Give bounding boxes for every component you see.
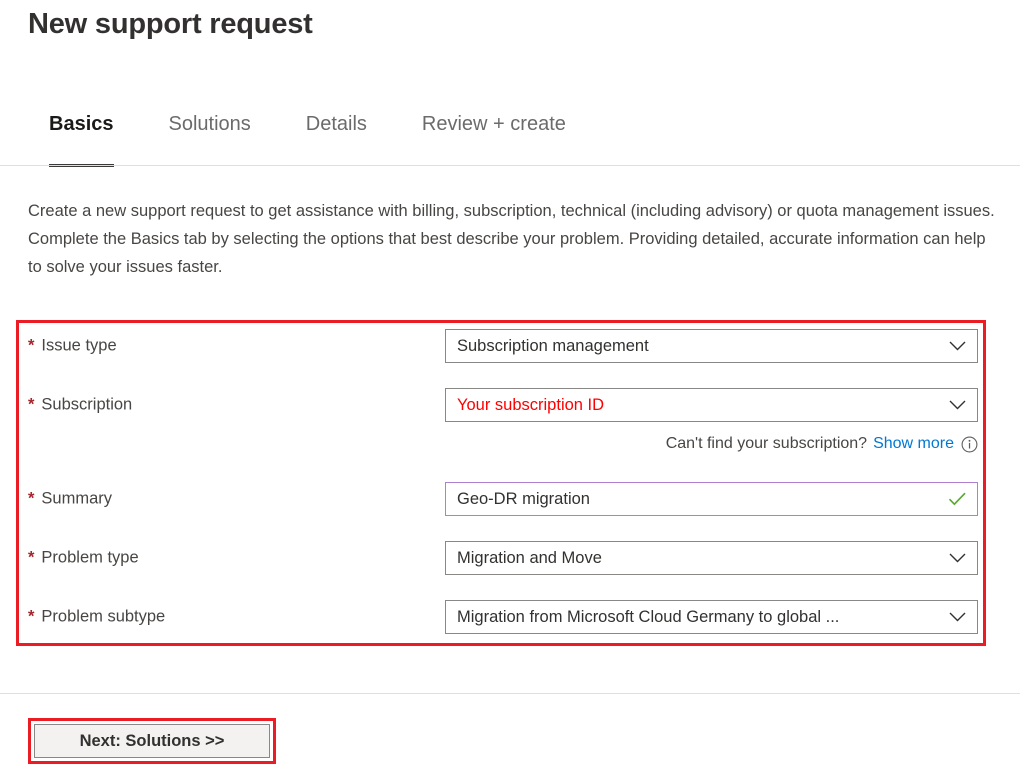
tab-basics[interactable]: Basics [49, 108, 114, 136]
info-icon[interactable] [961, 436, 978, 453]
label-problem-subtype: * Problem subtype [28, 608, 165, 627]
required-asterisk: * [28, 490, 34, 508]
dropdown-problem-type-value: Migration and Move [457, 549, 947, 568]
dropdown-subscription-value: Your subscription ID [457, 396, 947, 415]
tab-bar-divider [0, 165, 1020, 166]
next-solutions-button[interactable]: Next: Solutions >> [34, 724, 270, 758]
field-row-subscription: * Subscription Your subscription ID [16, 388, 986, 422]
tab-details[interactable]: Details [306, 108, 367, 136]
required-asterisk: * [28, 608, 34, 626]
show-more-link[interactable]: Show more [873, 435, 954, 453]
subscription-helper: Can't find your subscription? Show more [445, 432, 978, 456]
chevron-down-icon [947, 395, 967, 415]
required-asterisk: * [28, 396, 34, 414]
intro-paragraph-2: Complete the Basics tab by selecting the… [28, 225, 998, 281]
textbox-summary-value: Geo-DR migration [457, 490, 947, 509]
tab-bar: Basics Solutions Details Review + create [0, 108, 1020, 166]
intro-paragraph-1: Create a new support request to get assi… [28, 197, 998, 225]
required-asterisk: * [28, 337, 34, 355]
tab-solutions[interactable]: Solutions [169, 108, 251, 136]
dropdown-problem-type[interactable]: Migration and Move [445, 541, 978, 575]
chevron-down-icon [947, 336, 967, 356]
dropdown-issue-type-value: Subscription management [457, 337, 947, 356]
field-row-summary: * Summary Geo-DR migration [16, 482, 986, 516]
label-subscription: * Subscription [28, 396, 132, 415]
dropdown-issue-type[interactable]: Subscription management [445, 329, 978, 363]
field-row-problem-type: * Problem type Migration and Move [16, 541, 986, 575]
textbox-summary[interactable]: Geo-DR migration [445, 482, 978, 516]
label-text: Issue type [41, 337, 116, 355]
label-problem-type: * Problem type [28, 549, 139, 568]
checkmark-icon [947, 489, 967, 509]
footer-divider [0, 693, 1020, 694]
label-text: Problem subtype [41, 608, 165, 626]
basics-form: * Issue type Subscription management * Sub… [16, 320, 986, 646]
label-text: Subscription [41, 396, 132, 414]
intro-text: Create a new support request to get assi… [28, 197, 998, 281]
required-asterisk: * [28, 549, 34, 567]
label-text: Problem type [41, 549, 138, 567]
dropdown-problem-subtype-value: Migration from Microsoft Cloud Germany t… [457, 608, 947, 627]
chevron-down-icon [947, 548, 967, 568]
field-row-problem-subtype: * Problem subtype Migration from Microsof… [16, 600, 986, 634]
dropdown-subscription[interactable]: Your subscription ID [445, 388, 978, 422]
dropdown-problem-subtype[interactable]: Migration from Microsoft Cloud Germany t… [445, 600, 978, 634]
field-row-issue-type: * Issue type Subscription management [16, 329, 986, 363]
label-issue-type: * Issue type [28, 337, 117, 356]
tab-review-create[interactable]: Review + create [422, 108, 566, 136]
page-title: New support request [28, 8, 313, 41]
subscription-helper-text: Can't find your subscription? [666, 435, 867, 453]
label-summary: * Summary [28, 490, 112, 509]
chevron-down-icon [947, 607, 967, 627]
label-text: Summary [41, 490, 112, 508]
new-support-request-page: New support request Basics Solutions Det… [0, 0, 1020, 776]
